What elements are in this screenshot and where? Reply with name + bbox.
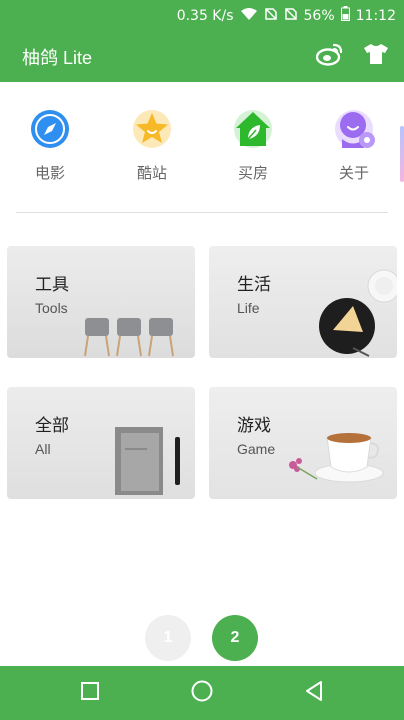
card-subtitle: Life bbox=[237, 300, 260, 316]
home-button[interactable] bbox=[188, 679, 216, 707]
teacup-image bbox=[289, 433, 384, 483]
divider bbox=[16, 212, 388, 213]
card-title: 全部 bbox=[35, 416, 69, 435]
status-indicators: 0.35 K/s 56% 11:12 bbox=[177, 6, 396, 25]
shortcut-about[interactable]: 关于 bbox=[314, 108, 394, 183]
no-sim-icon-2 bbox=[284, 7, 298, 25]
star-icon bbox=[131, 108, 173, 150]
app-actions bbox=[315, 42, 390, 70]
category-card-life[interactable]: 生活 Life bbox=[209, 246, 397, 358]
shortcut-label: 买房 bbox=[237, 165, 268, 182]
house-leaf-icon bbox=[232, 108, 274, 150]
square-icon bbox=[80, 681, 100, 705]
page-1-button[interactable]: 1 bbox=[145, 615, 191, 661]
no-sim-icon bbox=[264, 7, 278, 25]
profile-gear-icon bbox=[333, 108, 375, 150]
chairs-image bbox=[84, 318, 174, 357]
shortcut-buy-house[interactable]: 买房 bbox=[213, 108, 293, 183]
weibo-button[interactable] bbox=[315, 42, 344, 70]
app-title: 柚鸽 Lite bbox=[22, 48, 93, 68]
network-speed: 0.35 K/s bbox=[176, 7, 234, 24]
card-title: 游戏 bbox=[237, 416, 271, 435]
next-page-peek bbox=[400, 126, 404, 182]
shortcut-cool-sites[interactable]: 酷站 bbox=[112, 108, 192, 183]
card-subtitle: Tools bbox=[35, 300, 68, 316]
wifi-icon bbox=[240, 7, 258, 25]
category-card-game[interactable]: 游戏 Game bbox=[209, 387, 397, 499]
app-bar: 柚鸽 Lite bbox=[0, 30, 404, 82]
category-card-tools[interactable]: 工具 Tools bbox=[7, 246, 195, 358]
recents-button[interactable] bbox=[76, 679, 104, 707]
weibo-icon bbox=[315, 42, 344, 70]
shortcut-label: 关于 bbox=[338, 165, 369, 182]
shortcut-label: 酷站 bbox=[136, 165, 167, 182]
compass-icon bbox=[29, 108, 71, 150]
shirt-icon bbox=[363, 43, 389, 69]
back-button[interactable] bbox=[300, 679, 328, 707]
circle-icon bbox=[190, 679, 214, 707]
card-title: 工具 bbox=[35, 275, 69, 294]
shortcut-movie[interactable]: 电影 bbox=[10, 108, 90, 183]
theme-button[interactable] bbox=[362, 42, 390, 70]
card-title: 生活 bbox=[237, 275, 271, 294]
cake-plate-image bbox=[319, 269, 397, 357]
triangle-back-icon bbox=[304, 680, 324, 706]
shortcut-row: 电影 酷站 买房 关于 bbox=[0, 100, 404, 190]
page-indicator: 1 2 bbox=[0, 615, 404, 661]
page-2-button[interactable]: 2 bbox=[212, 615, 258, 661]
card-subtitle: All bbox=[35, 441, 51, 457]
battery-icon bbox=[340, 6, 350, 25]
category-card-all[interactable]: 全部 All bbox=[7, 387, 195, 499]
notebook-pen-image bbox=[115, 427, 180, 495]
battery-percent: 56% bbox=[303, 7, 335, 24]
card-subtitle: Game bbox=[237, 441, 276, 457]
shortcut-label: 电影 bbox=[34, 165, 65, 182]
clock: 11:12 bbox=[355, 7, 396, 24]
system-nav-bar bbox=[0, 666, 404, 720]
status-bar: 0.35 K/s 56% 11:12 bbox=[0, 0, 404, 30]
